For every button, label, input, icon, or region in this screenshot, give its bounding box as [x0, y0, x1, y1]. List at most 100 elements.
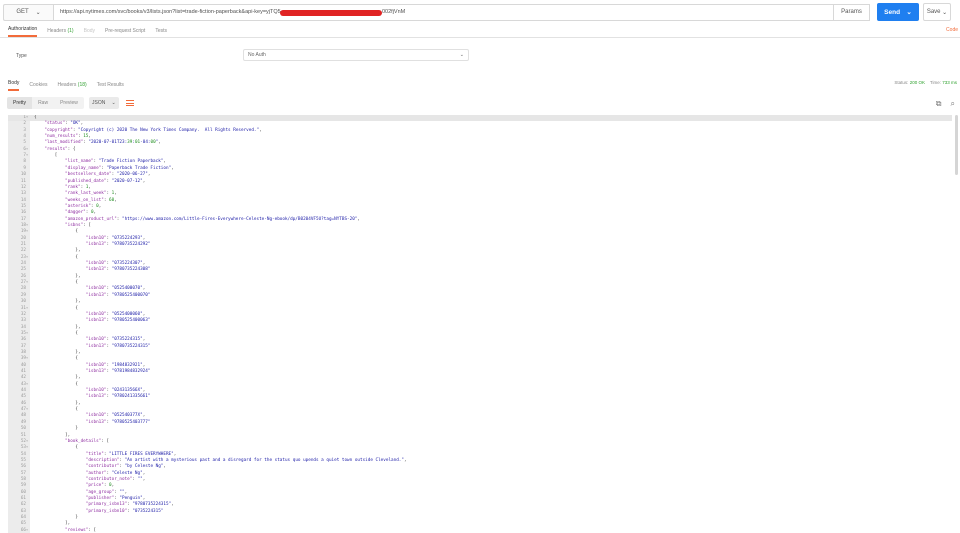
code-text: {: [34, 229, 78, 235]
line-number: 64: [20, 515, 26, 521]
code-text: "description": "An artist with a mysteri…: [85, 457, 407, 463]
code-text: "published_date": "2020-07-12",: [65, 178, 146, 184]
code-text: "isbns": [: [65, 222, 91, 228]
code-text: "status": "OK",: [44, 121, 84, 127]
tab-cookies[interactable]: Cookies: [29, 82, 47, 91]
code-line: 58 "contributor_note": "",: [8, 477, 952, 483]
request-bar: GET ⌄ https://api.nytimes.com/svc/books/…: [0, 0, 960, 24]
line-number: 32: [20, 311, 26, 317]
code-text: {: [34, 305, 78, 311]
line-number: 66: [20, 527, 26, 533]
code-link[interactable]: Code: [946, 27, 958, 33]
code-line: 16 "dagger": 0,: [8, 210, 952, 216]
code-line: 11 "published_date": "2020-07-12",: [8, 179, 952, 185]
auth-type-select[interactable]: No Auth ⌄: [243, 49, 469, 61]
line-number: 53: [20, 445, 26, 451]
code-text: "author": "Celeste Ng",: [85, 470, 146, 476]
line-number: 54: [20, 451, 26, 457]
line-number: 26: [20, 273, 26, 279]
code-text: "isbn10": "0735224307",: [85, 261, 146, 267]
line-number: 40: [20, 362, 26, 368]
code-text: "isbn10": "024313566X",: [85, 388, 146, 394]
chevron-down-icon: ⌄: [111, 100, 116, 106]
copy-icon[interactable]: ⧉: [936, 99, 942, 109]
format-select[interactable]: JSON ⌄: [88, 97, 119, 109]
line-number: 6: [23, 146, 26, 152]
code-line: 9 "display_name": "Paperback Trade Ficti…: [8, 166, 952, 172]
line-number: 25: [20, 267, 26, 273]
line-number: 5: [23, 140, 26, 146]
auth-type-label: Type: [16, 53, 27, 59]
method-select[interactable]: GET ⌄: [3, 3, 53, 21]
line-number: 28: [20, 286, 26, 292]
line-number: 57: [20, 470, 26, 476]
tab-headers[interactable]: Headers (1): [47, 28, 73, 37]
send-button[interactable]: Send ⌄: [877, 3, 919, 21]
code-line: 54 "title": "LITTLE FIRES EVERYWHERE",: [8, 452, 952, 458]
tab-pre-request-script[interactable]: Pre-request Script: [105, 28, 145, 37]
line-number: 52: [20, 438, 26, 444]
code-text: [: [34, 153, 58, 159]
code-line: 25 "isbn13": "9780735224308": [8, 267, 952, 273]
code-text: {: [34, 356, 78, 362]
code-line: 42 },: [8, 375, 952, 381]
request-tabs: Authorization Headers (1) Body Pre-reque…: [0, 25, 960, 38]
code-line: 48 "isbn10": "052540377X",: [8, 413, 952, 419]
status-value: 200 OK: [909, 80, 925, 85]
code-line: 55 "description": "An artist with a myst…: [8, 458, 952, 464]
code-line: 4 "num_results": 15,: [8, 134, 952, 140]
view-raw[interactable]: Raw: [32, 97, 55, 109]
code-text: "contributor": "by Celeste Ng",: [85, 464, 166, 470]
code-text: ],: [34, 432, 71, 438]
line-number: 19: [20, 229, 26, 235]
code-line: 64 }: [8, 515, 952, 521]
tab-response-body[interactable]: Body: [8, 80, 20, 91]
code-text: "isbn10": "1984832921",: [85, 362, 146, 368]
line-number: 7: [23, 153, 26, 159]
code-text: "rank_last_week": 1,: [65, 191, 117, 197]
tab-authorization[interactable]: Authorization: [8, 26, 38, 37]
tab-body[interactable]: Body: [84, 28, 95, 37]
code-text: "isbn10": "0735224315",: [85, 337, 146, 343]
code-text: "isbn13": "9780525400063": [85, 318, 151, 324]
response-actions: ⧉ ⌕: [936, 99, 955, 109]
code-text: },: [34, 400, 81, 406]
view-pretty[interactable]: Pretty: [7, 97, 33, 109]
line-number: 62: [20, 502, 26, 508]
code-text: "display_name": "Paperback Trade Fiction…: [65, 165, 174, 171]
vertical-scrollbar[interactable]: [955, 115, 958, 175]
code-text: "list_name": "Trade Fiction Paperback",: [65, 159, 166, 165]
tab-tests[interactable]: Tests: [155, 28, 167, 37]
response-toolbar: Pretty Raw Preview JSON ⌄: [0, 96, 960, 110]
wrap-lines-icon[interactable]: [124, 97, 137, 109]
code-line: 31▾ {: [8, 306, 952, 312]
tab-label: Authorization: [8, 26, 38, 32]
params-button[interactable]: Params: [834, 3, 870, 21]
url-input[interactable]: https://api.nytimes.com/svc/books/v3/lis…: [53, 3, 834, 21]
code-text: "title": "LITTLE FIRES EVERYWHERE",: [85, 451, 177, 457]
redaction-mark: [280, 9, 382, 16]
response-status: Status: 200 OK Time: 733 ms: [894, 80, 957, 85]
code-text: "isbn13": "9780735224308": [85, 267, 151, 273]
save-button[interactable]: Save ⌄: [923, 3, 951, 21]
view-preview[interactable]: Preview: [54, 97, 84, 109]
search-icon[interactable]: ⌕: [951, 99, 955, 109]
line-number: 10: [20, 172, 26, 178]
code-text: "asterisk": 0,: [65, 203, 102, 209]
tab-test-results[interactable]: Test Results: [97, 82, 124, 91]
chevron-down-icon[interactable]: ⌄: [942, 9, 947, 16]
line-number: 12: [20, 184, 26, 190]
line-number: 48: [20, 413, 26, 419]
line-number: 47: [20, 407, 26, 413]
line-number: 36: [20, 337, 26, 343]
line-number: 65: [20, 521, 26, 527]
line-number: 50: [20, 426, 26, 432]
line-number: 33: [20, 318, 26, 324]
response-body-editor[interactable]: 1▾{2 "status": "OK", 3 "copyright": "Copy…: [8, 115, 952, 533]
code-line: 23▾ {: [8, 255, 952, 261]
code-line: 65 ],: [8, 521, 952, 527]
format-label: JSON: [91, 100, 106, 106]
code-line: 8 "list_name": "Trade Fiction Paperback"…: [8, 159, 952, 165]
tab-response-headers[interactable]: Headers (18): [57, 82, 86, 91]
chevron-down-icon[interactable]: ⌄: [906, 8, 911, 16]
